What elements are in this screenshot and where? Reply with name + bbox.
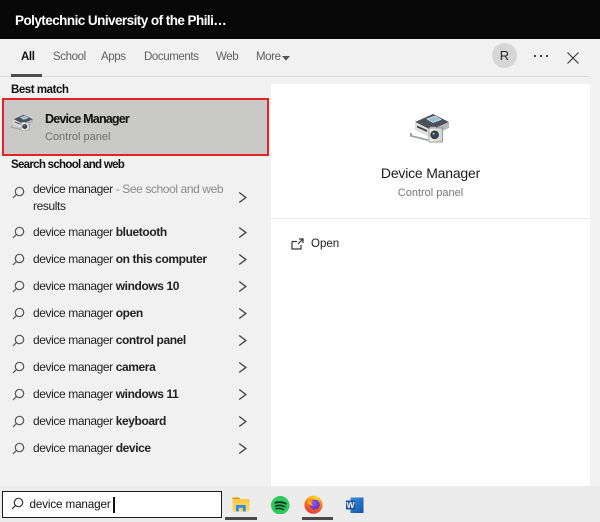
svg-text:W: W bbox=[346, 500, 355, 510]
